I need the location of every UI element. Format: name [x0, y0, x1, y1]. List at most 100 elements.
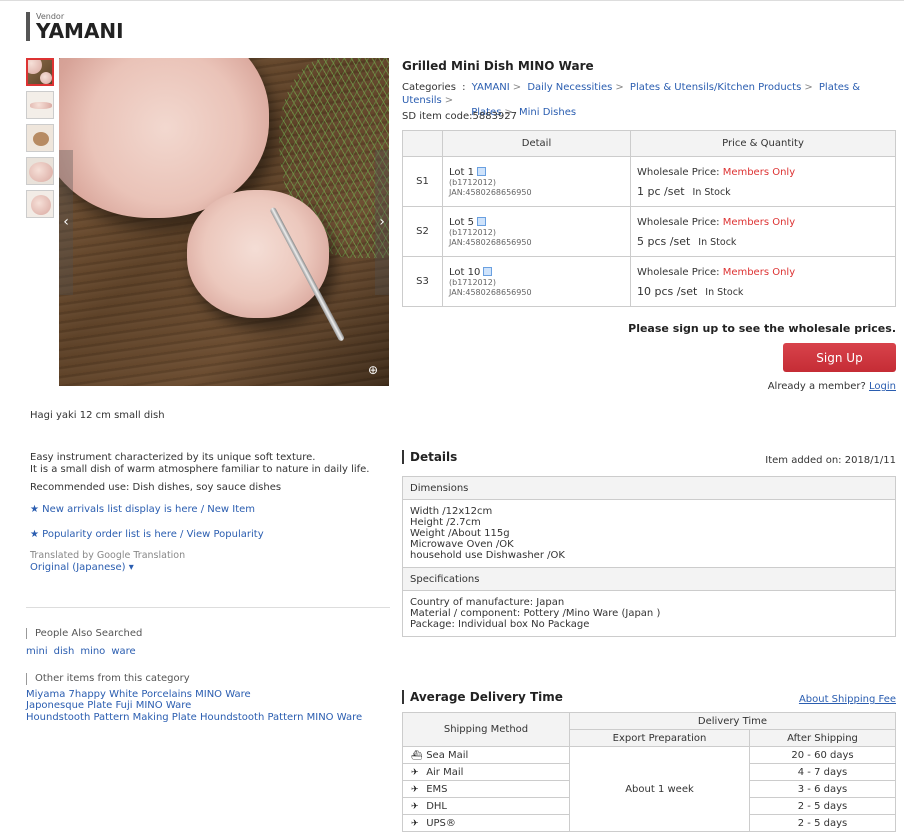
category-link[interactable]: YAMANI [472, 82, 510, 93]
dimensions-header: Dimensions [403, 477, 895, 500]
stock-status: In Stock [698, 236, 737, 248]
lot-label: Lot 5 [449, 216, 474, 228]
copy-icon[interactable] [483, 266, 493, 276]
plane-icon: ✈ [411, 784, 419, 795]
star-icon: ★ [30, 529, 39, 540]
search-tag[interactable]: mini [26, 646, 48, 657]
other-item-link[interactable]: Miyama 7happy White Porcelains MINO Ware [26, 689, 386, 701]
specifications-header: Specifications [403, 568, 895, 591]
lot-qty: 5 pcs /set [637, 234, 691, 248]
plane-icon: ✈ [411, 801, 419, 812]
table-row: S2 Lot 5 (b1712012) JAN:4580268656950 Wh… [402, 206, 896, 257]
popularity-link[interactable]: Popularity order list is here / View Pop… [42, 529, 263, 540]
thumbnail-2[interactable] [26, 91, 54, 119]
zoom-icon[interactable]: ⊕ [365, 362, 381, 378]
plane-icon: ✈ [411, 767, 419, 778]
lot-id: S3 [402, 256, 443, 307]
members-only: Members Only [722, 266, 796, 278]
copy-icon[interactable] [476, 166, 486, 176]
dimensions-body: Width /12x12cm Height /2.7cm Weight /Abo… [403, 500, 895, 568]
export-prep-value: About 1 week [569, 746, 750, 832]
top-divider [0, 0, 904, 1]
search-tag[interactable]: mino [80, 646, 105, 657]
thumbnail-3[interactable] [26, 124, 54, 152]
description-subtitle: Hagi yaki 12 cm small dish [30, 410, 165, 421]
category-link[interactable]: Mini Dishes [519, 107, 576, 118]
people-also-searched-label: People Also Searched [26, 628, 142, 639]
search-tag[interactable]: dish [54, 646, 75, 657]
table-row: S1 Lot 1 (b1712012) JAN:4580268656950 Wh… [402, 156, 896, 207]
product-main-image[interactable]: ‹ › ⊕ [59, 58, 389, 386]
lot-id: S1 [402, 156, 443, 207]
lot-qty: 1 pc /set [637, 184, 685, 198]
after-shipping-header: After Shipping [749, 729, 896, 747]
lot-jan: JAN:4580268656950 [449, 287, 532, 297]
signup-prompt: Please sign up to see the wholesale pric… [628, 322, 896, 335]
lot-id: S2 [402, 206, 443, 257]
copy-icon[interactable] [476, 216, 486, 226]
sign-up-button[interactable]: Sign Up [783, 343, 896, 372]
lot-jan: JAN:4580268656950 [449, 187, 532, 197]
lot-table: Detail Price & Quantity S1 Lot 1 (b17120… [402, 130, 896, 307]
delivery-heading: Average Delivery Time [402, 690, 563, 704]
other-items: Other items from this category Miyama 7h… [26, 673, 386, 723]
lot-label: Lot 1 [449, 166, 474, 178]
table-row: S3 Lot 10 (b1712012) JAN:4580268656950 W… [402, 256, 896, 307]
vendor-header: Vendor YAMANI [26, 12, 124, 41]
price-label: Wholesale Price: [637, 216, 720, 228]
login-link[interactable]: Login [869, 381, 896, 392]
vendor-name[interactable]: YAMANI [36, 21, 124, 41]
sd-item-code: SD item code:5883927 [402, 111, 518, 122]
delivery-time-header: Delivery Time [569, 712, 896, 730]
description-line: Easy instrument characterized by its uni… [30, 452, 316, 463]
thumbnail-1[interactable] [26, 58, 54, 86]
price-label: Wholesale Price: [637, 266, 720, 278]
star-icon: ★ [30, 504, 39, 515]
table-row: ⛴ Sea Mail About 1 week 20 - 60 days [402, 746, 896, 832]
caret-down-icon: ▾ [128, 562, 134, 573]
thumbnail-strip [26, 58, 55, 223]
lot-header-detail: Detail [442, 130, 631, 157]
shipping-fee-link[interactable]: About Shipping Fee [799, 694, 896, 705]
search-tag[interactable]: ware [111, 646, 135, 657]
stock-status: In Stock [692, 186, 731, 198]
other-item-link[interactable]: Houndstooth Pattern Making Plate Houndst… [26, 712, 386, 724]
lot-qty: 10 pcs /set [637, 284, 698, 298]
plane-icon: ✈ [411, 818, 419, 829]
lot-label: Lot 10 [449, 266, 481, 278]
export-prep-header: Export Preparation [569, 729, 750, 747]
stock-status: In Stock [705, 286, 744, 298]
search-tags: mini dish mino ware [26, 646, 142, 657]
delivery-table: Shipping Method Delivery Time Export Pre… [402, 712, 896, 832]
members-only: Members Only [722, 216, 796, 228]
product-description: Hagi yaki 12 cm small dish Easy instrume… [30, 410, 390, 574]
new-arrivals-link[interactable]: New arrivals list display is here / New … [42, 504, 255, 515]
ship-icon: ⛴ [411, 750, 423, 761]
other-items-label: Other items from this category [26, 673, 386, 685]
original-language-toggle[interactable]: Original (Japanese) ▾ [30, 562, 134, 573]
lot-header-price: Price & Quantity [630, 130, 896, 157]
item-added-date: Item added on: 2018/1/11 [765, 455, 896, 466]
lot-jan: JAN:4580268656950 [449, 237, 532, 247]
thumbnail-5[interactable] [26, 190, 54, 218]
members-only: Members Only [722, 166, 796, 178]
prev-image-icon[interactable]: ‹ [59, 150, 73, 295]
left-divider [26, 607, 390, 608]
description-line: It is a small dish of warm atmosphere fa… [30, 464, 370, 475]
other-item-link[interactable]: Japonesque Plate Fuji MINO Ware [26, 700, 386, 712]
category-link[interactable]: Daily Necessities [527, 82, 612, 93]
next-image-icon[interactable]: › [375, 150, 389, 295]
lot-code: (b1712012) [449, 277, 496, 287]
category-link[interactable]: Plates & Utensils/Kitchen Products [630, 82, 801, 93]
specifications-body: Country of manufacture: Japan Material /… [410, 597, 661, 630]
lot-code: (b1712012) [449, 177, 496, 187]
details-heading: Details [402, 450, 457, 464]
thumbnail-4[interactable] [26, 157, 54, 185]
product-title: Grilled Mini Dish MINO Ware [402, 59, 594, 73]
recommended-use: Recommended use: Dish dishes, soy sauce … [30, 482, 282, 493]
details-box: Dimensions Width /12x12cm Height /2.7cm … [402, 476, 896, 637]
translation-note: Translated by Google Translation [30, 550, 186, 561]
member-login-line: Already a member? Login [767, 381, 896, 392]
lot-code: (b1712012) [449, 227, 496, 237]
shipping-method-header: Shipping Method [402, 712, 570, 747]
